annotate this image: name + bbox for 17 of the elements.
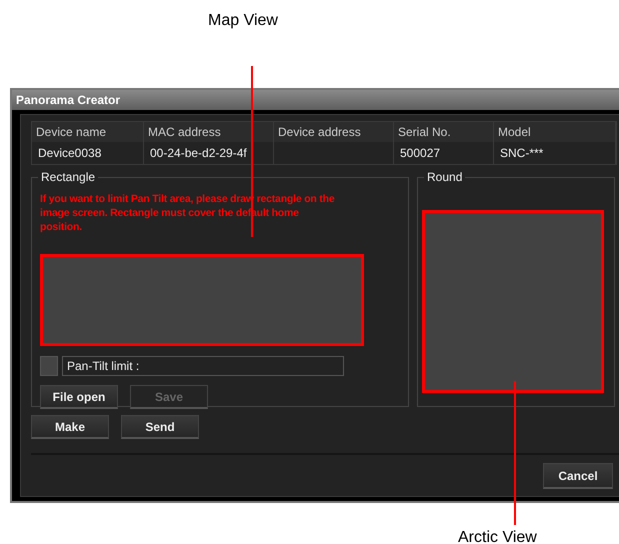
action-button[interactable]: Send: [121, 415, 199, 439]
group-legend: Round: [424, 170, 466, 184]
action-button[interactable]: File open: [40, 385, 118, 409]
callout-label: Map View: [208, 12, 278, 30]
table-cell: 500027: [394, 142, 494, 164]
column-header: Model: [494, 122, 616, 142]
action-button[interactable]: Make: [31, 415, 109, 439]
column-header: Device name: [32, 122, 144, 142]
group-legend: Rectangle: [38, 170, 98, 184]
table-cell: Device0038: [32, 142, 144, 164]
table-cell: SNC-***: [494, 142, 616, 164]
cancel-button[interactable]: Cancel: [543, 463, 613, 489]
pan-tilt-limit-field: Pan-Tilt limit :: [62, 356, 344, 376]
callout-label: Arctic View: [458, 529, 537, 544]
window-title: Panorama Creator: [16, 93, 120, 107]
column-header: Serial No.: [394, 122, 494, 142]
column-header: Device address: [274, 122, 394, 142]
